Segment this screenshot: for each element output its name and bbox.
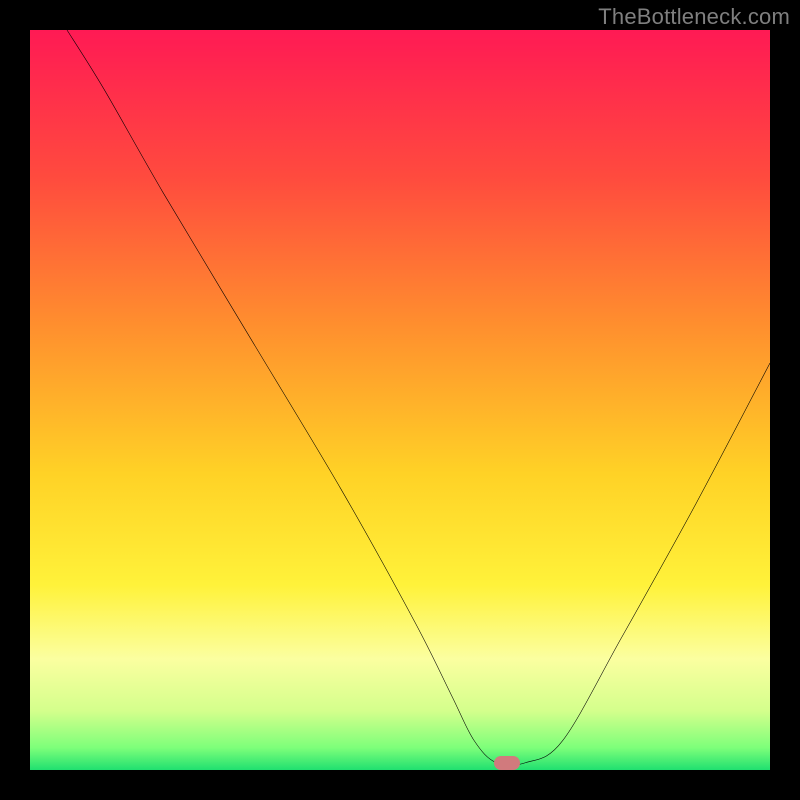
bottleneck-curve: [30, 30, 770, 770]
plot-area: [30, 30, 770, 770]
chart-frame: TheBottleneck.com: [0, 0, 800, 800]
optimal-marker: [494, 756, 520, 770]
watermark-text: TheBottleneck.com: [598, 4, 790, 30]
